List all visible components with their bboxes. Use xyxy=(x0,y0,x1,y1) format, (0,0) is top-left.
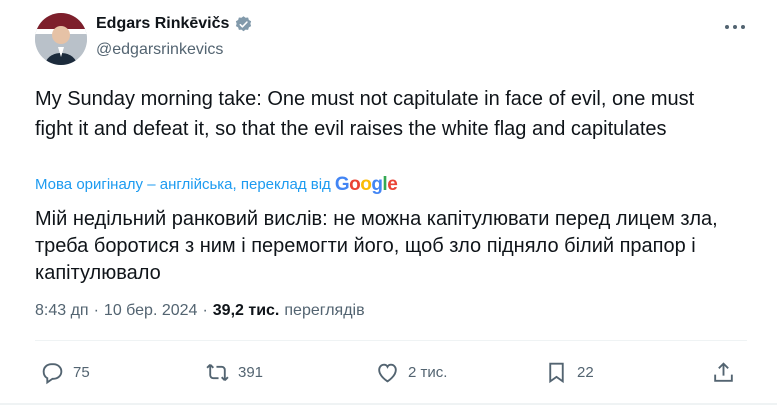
reply-button[interactable]: 75 xyxy=(40,360,90,385)
tweet-text: My Sunday morning take: One must not cap… xyxy=(35,88,695,140)
tweet-time[interactable]: 8:43 дп xyxy=(35,300,89,322)
like-count: 2 тис. xyxy=(408,364,448,381)
separator: · xyxy=(202,302,208,319)
author-name-row: Edgars Rinkēvičs xyxy=(96,14,253,34)
action-bar: 75 391 2 тис. 22 xyxy=(35,360,747,390)
tweet-metadata: 8:43 дп · 10 бер. 2024 · 39,2 тис. перег… xyxy=(35,300,365,322)
author-name[interactable]: Edgars Rinkēvičs xyxy=(96,14,229,34)
verified-badge-icon xyxy=(236,15,252,31)
reply-icon xyxy=(42,363,63,385)
google-logo: Google xyxy=(334,174,398,195)
reply-count: 75 xyxy=(73,364,90,381)
tweet-date[interactable]: 10 бер. 2024 xyxy=(104,300,198,322)
share-button[interactable] xyxy=(711,360,736,385)
translation-attribution[interactable]: Мова оригіналу – англійська, переклад ві… xyxy=(35,174,398,195)
author-handle[interactable]: @edgarsrinkevics xyxy=(96,40,223,60)
repost-count: 391 xyxy=(238,364,264,381)
repost-button[interactable]: 391 xyxy=(205,360,263,385)
avatar[interactable] xyxy=(35,13,87,65)
separator: · xyxy=(93,302,99,319)
like-button[interactable]: 2 тис. xyxy=(375,360,447,385)
views-label: переглядів xyxy=(284,302,365,319)
translated-text: Мій недільний ранковий вислів: не можна … xyxy=(35,208,718,284)
more-options-icon[interactable] xyxy=(720,16,750,38)
tweet-card: Edgars Rinkēvičs @edgarsrinkevics My Sun… xyxy=(0,0,777,405)
views-count[interactable]: 39,2 тис. xyxy=(213,300,280,322)
translation-note: Мова оригіналу – англійська, переклад ві… xyxy=(35,176,331,193)
repost-icon xyxy=(206,364,229,381)
bookmark-button[interactable]: 22 xyxy=(544,360,594,385)
divider xyxy=(35,340,747,341)
bookmark-icon xyxy=(549,362,564,384)
bookmark-count: 22 xyxy=(577,364,594,381)
share-icon xyxy=(714,362,733,382)
heart-icon xyxy=(378,363,397,383)
